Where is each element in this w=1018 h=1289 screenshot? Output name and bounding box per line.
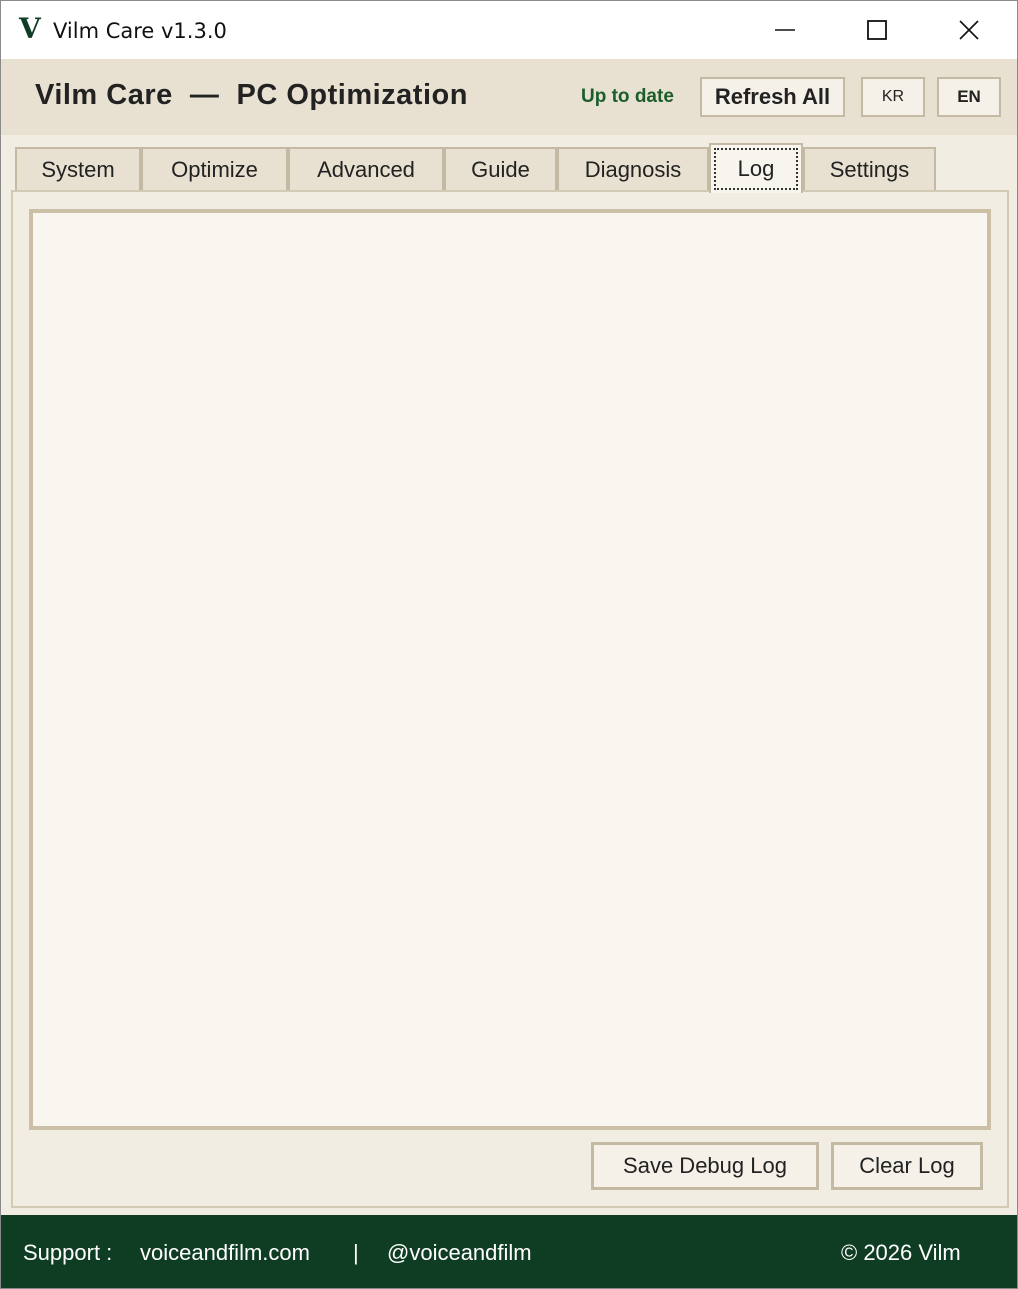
language-en-button[interactable]: EN [937,77,1001,117]
tab-diagnosis[interactable]: Diagnosis [557,147,709,191]
minimize-icon [775,29,795,31]
tab-log-label: Log [713,148,799,190]
copyright-text: © 2026 Vilm [841,1240,961,1265]
close-button[interactable] [923,1,1015,59]
app-window: V Vilm Care v1.3.0 Vilm Care — PC Optimi… [0,0,1018,1289]
title-bar[interactable]: V Vilm Care v1.3.0 [1,1,1017,59]
refresh-all-button[interactable]: Refresh All [700,77,845,117]
tab-system[interactable]: System [15,147,141,191]
language-kr-button[interactable]: KR [861,77,925,117]
app-logo-icon: V [19,12,41,45]
app-header: Vilm Care — PC Optimization Up to date R… [1,59,1017,135]
update-status: Up to date [581,86,674,107]
tab-log[interactable]: Log [709,143,803,193]
close-icon [959,20,979,40]
footer-separator: | [353,1240,359,1265]
maximize-button[interactable] [831,1,923,59]
tab-optimize[interactable]: Optimize [141,147,288,191]
window-title: Vilm Care v1.3.0 [53,19,227,43]
log-output-area[interactable] [29,209,991,1130]
website-link[interactable]: voiceandfilm.com [140,1239,310,1267]
tab-guide[interactable]: Guide [444,147,557,191]
social-handle-link[interactable]: @voiceandfilm [387,1239,532,1267]
support-label: Support : [23,1240,113,1265]
app-heading: Vilm Care — PC Optimization [35,79,468,111]
clear-log-button[interactable]: Clear Log [831,1142,983,1190]
minimize-button[interactable] [739,1,831,59]
footer-bar: Support : voiceandfilm.com | @voiceandfi… [1,1215,1017,1288]
tab-settings[interactable]: Settings [803,147,936,191]
tab-advanced[interactable]: Advanced [288,147,444,191]
maximize-icon [867,20,887,40]
save-debug-log-button[interactable]: Save Debug Log [591,1142,819,1190]
